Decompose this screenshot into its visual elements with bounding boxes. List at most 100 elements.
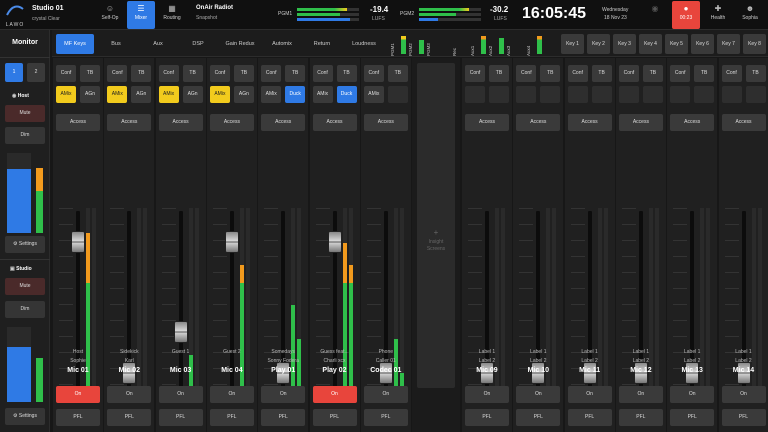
conf-button[interactable]: Conf [209,65,230,82]
tb-button[interactable]: TB [182,65,203,82]
access-button[interactable]: Access [363,114,408,131]
show-title[interactable]: OnAir Radiot [196,5,233,11]
automix-button[interactable] [516,86,537,103]
fader-knob[interactable] [327,230,342,253]
conf-button[interactable]: Conf [465,65,485,82]
on-button[interactable]: On [567,386,612,403]
access-button[interactable]: Access [618,114,663,131]
access-button[interactable]: Access [567,114,612,131]
autogain-button[interactable] [489,86,509,103]
automix-button[interactable]: AMix [158,86,179,103]
key-5-button[interactable]: Key 5 [665,34,688,54]
on-button[interactable]: On [56,386,100,403]
pfl-button[interactable]: PFL [158,409,203,426]
key-3-button[interactable]: Key 3 [613,34,636,54]
fader-knob[interactable] [224,230,239,253]
access-button[interactable]: Access [209,114,254,131]
duck-button[interactable]: Duck [336,86,357,103]
autogain-button[interactable]: AGn [80,86,100,103]
on-button[interactable]: On [721,386,766,403]
on-button[interactable]: On [261,386,306,403]
automix-button[interactable]: AMix [56,86,76,103]
tb-button[interactable]: TB [80,65,100,82]
tab-self-op[interactable]: ☺ Self-Op [96,1,124,29]
fader-knob[interactable] [173,320,188,343]
tb-button[interactable]: TB [745,65,766,82]
automix-button[interactable] [721,86,742,103]
conf-button[interactable]: Conf [107,65,128,82]
conf-button[interactable]: Conf [312,65,333,82]
automix-button[interactable]: AMix [209,86,230,103]
insight-screens-area[interactable]: + Insight Screens [412,58,460,432]
tab-loudness[interactable]: Loudness [344,34,384,54]
tb-button[interactable]: TB [540,65,561,82]
timer-button[interactable]: ● 00:23 [672,1,700,29]
tb-button[interactable]: TB [336,65,357,82]
autogain-button[interactable] [591,86,612,103]
tab-routing[interactable]: ▦ Routing [158,1,186,29]
pfl-button[interactable]: PFL [312,409,357,426]
access-button[interactable]: Access [465,114,509,131]
pfl-button[interactable]: PFL [107,409,152,426]
autogain-button[interactable] [745,86,766,103]
pfl-button[interactable]: PFL [209,409,254,426]
on-button[interactable]: On [363,386,408,403]
on-button[interactable]: On [312,386,357,403]
access-button[interactable]: Access [107,114,152,131]
conf-button[interactable]: Conf [516,65,537,82]
access-button[interactable]: Access [721,114,766,131]
pfl-button[interactable]: PFL [56,409,100,426]
access-button[interactable]: Access [158,114,203,131]
conf-button[interactable]: Conf [56,65,76,82]
studio-dim-button[interactable]: Dim [5,301,45,318]
access-button[interactable]: Access [261,114,306,131]
pfl-button[interactable]: PFL [516,409,561,426]
pfl-button[interactable]: PFL [618,409,663,426]
studio-settings-button[interactable]: ⚙ Settings [5,408,45,425]
on-button[interactable]: On [465,386,509,403]
tab-automix[interactable]: Automix [264,34,300,54]
conf-button[interactable]: Conf [261,65,282,82]
tb-button[interactable]: TB [285,65,306,82]
health-button[interactable]: ✚ Health [704,1,732,29]
autogain-button[interactable] [540,86,561,103]
tb-button[interactable]: TB [694,65,715,82]
tb-button[interactable]: TB [642,65,663,82]
conf-button[interactable]: Conf [567,65,588,82]
host-mute-button[interactable]: Mute [5,105,45,122]
duck-button[interactable]: Duck [285,86,306,103]
tab-mf-keys[interactable]: MF Keys [56,34,94,54]
tb-button[interactable]: TB [131,65,152,82]
fader-knob[interactable] [71,230,85,253]
key-1-button[interactable]: Key 1 [561,34,584,54]
tb-button[interactable]: TB [233,65,254,82]
autogain-button[interactable]: AGn [182,86,203,103]
conf-button[interactable]: Conf [618,65,639,82]
tb-button[interactable]: TB [387,65,408,82]
pfl-button[interactable]: PFL [465,409,509,426]
pfl-button[interactable]: PFL [363,409,408,426]
access-button[interactable]: Access [312,114,357,131]
studio-mute-button[interactable]: Mute [5,278,45,295]
key-2-button[interactable]: Key 2 [587,34,610,54]
host-settings-button[interactable]: ⚙ Settings [5,236,45,253]
on-button[interactable]: On [618,386,663,403]
automix-button[interactable] [567,86,588,103]
automix-button[interactable] [670,86,691,103]
on-button[interactable]: On [516,386,561,403]
on-button[interactable]: On [670,386,715,403]
tab-bus[interactable]: Bus [98,34,134,54]
autogain-button[interactable] [387,86,408,103]
automix-button[interactable]: AMix [363,86,384,103]
automix-button[interactable]: AMix [107,86,128,103]
tab-aux[interactable]: Aux [140,34,176,54]
pfl-button[interactable]: PFL [261,409,306,426]
automix-button[interactable] [465,86,485,103]
on-button[interactable]: On [107,386,152,403]
autogain-button[interactable]: AGn [131,86,152,103]
access-button[interactable]: Access [56,114,100,131]
automix-button[interactable]: AMix [312,86,333,103]
access-button[interactable]: Access [670,114,715,131]
conf-button[interactable]: Conf [158,65,179,82]
key-8-button[interactable]: Key 8 [743,34,766,54]
